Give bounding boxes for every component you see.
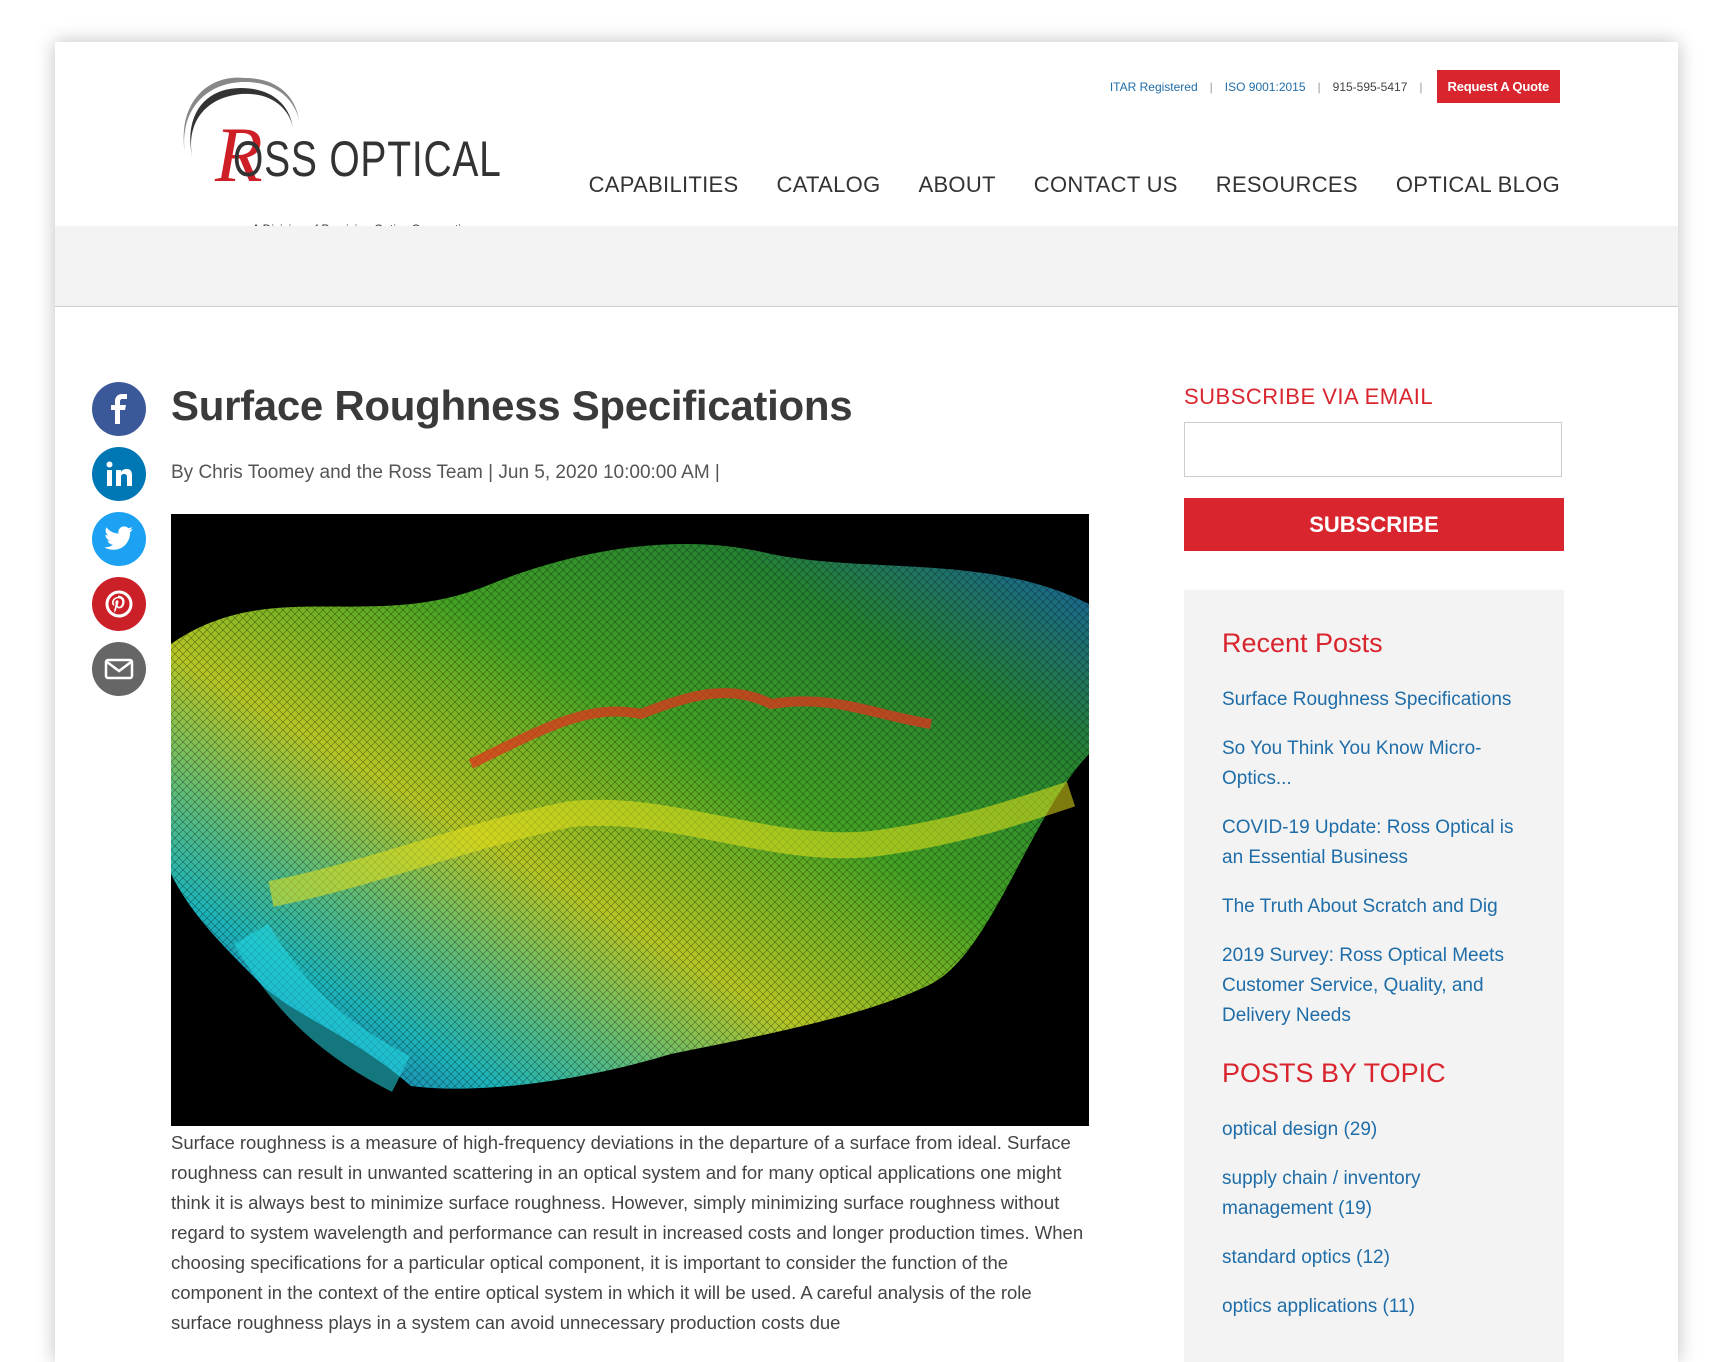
email-icon[interactable] [92, 642, 146, 696]
ross-optical-logo[interactable]: R OSS OPTICAL A Division of Precision Op… [171, 70, 501, 236]
phone-number[interactable]: 915-595-5417 [1321, 80, 1420, 94]
topics-heading: POSTS BY TOPIC [1222, 1058, 1446, 1088]
recent-posts: Recent Posts Surface Roughness Specifica… [1222, 628, 1532, 1050]
recent-posts-heading: Recent Posts [1222, 628, 1383, 658]
nav-optical-blog[interactable]: OPTICAL BLOG [1396, 172, 1560, 198]
topic-link[interactable]: optical design (29) [1222, 1115, 1532, 1145]
nav-catalog[interactable]: CATALOG [777, 172, 881, 198]
topic-link[interactable]: supply chain / inventory management (19) [1222, 1164, 1532, 1224]
topic-link[interactable]: optics applications (11) [1222, 1292, 1532, 1322]
posts-by-topic: POSTS BY TOPIC optical design (29) suppl… [1222, 1058, 1532, 1341]
separator: | [1419, 79, 1423, 94]
nav-resources[interactable]: RESOURCES [1216, 172, 1358, 198]
facebook-icon[interactable] [92, 382, 146, 436]
subscribe-button[interactable]: SUBSCRIBE [1184, 498, 1564, 551]
header-gray-band [55, 226, 1678, 307]
nav-capabilities[interactable]: CAPABILITIES [589, 172, 739, 198]
recent-post-link[interactable]: 2019 Survey: Ross Optical Meets Customer… [1222, 941, 1532, 1031]
article-body: Surface roughness is a measure of high-f… [171, 1132, 1084, 1333]
share-bar [92, 382, 146, 696]
pinterest-icon[interactable] [92, 577, 146, 631]
sidebar-panel: Recent Posts Surface Roughness Specifica… [1184, 590, 1564, 1362]
nav-about[interactable]: ABOUT [918, 172, 995, 198]
recent-post-link[interactable]: The Truth About Scratch and Dig [1222, 892, 1532, 922]
recent-post-link[interactable]: COVID-19 Update: Ross Optical is an Esse… [1222, 813, 1532, 873]
surface-roughness-image [171, 514, 1089, 1126]
itar-link[interactable]: ITAR Registered [1098, 80, 1210, 94]
main-nav: CAPABILITIES CATALOG ABOUT CONTACT US RE… [589, 172, 1560, 198]
linkedin-icon[interactable] [92, 447, 146, 501]
recent-post-link[interactable]: Surface Roughness Specifications [1222, 685, 1532, 715]
twitter-icon[interactable] [92, 512, 146, 566]
subscribe-heading: SUBSCRIBE VIA EMAIL [1184, 384, 1434, 409]
utility-bar: ITAR Registered | ISO 9001:2015 | 915-59… [1098, 70, 1560, 103]
logo-wordmark: OSS OPTICAL [233, 131, 502, 187]
recent-post-link[interactable]: So You Think You Know Micro-Optics... [1222, 734, 1532, 794]
nav-contact-us[interactable]: CONTACT US [1034, 172, 1178, 198]
topic-link[interactable]: standard optics (12) [1222, 1243, 1532, 1273]
page-frame: R OSS OPTICAL A Division of Precision Op… [55, 42, 1678, 1362]
iso-link[interactable]: ISO 9001:2015 [1213, 80, 1318, 94]
subscribe-email-input[interactable] [1184, 422, 1562, 477]
article-byline: By Chris Toomey and the Ross Team | Jun … [171, 462, 720, 483]
request-quote-button[interactable]: Request A Quote [1436, 70, 1560, 103]
article-title: Surface Roughness Specifications [171, 382, 853, 429]
